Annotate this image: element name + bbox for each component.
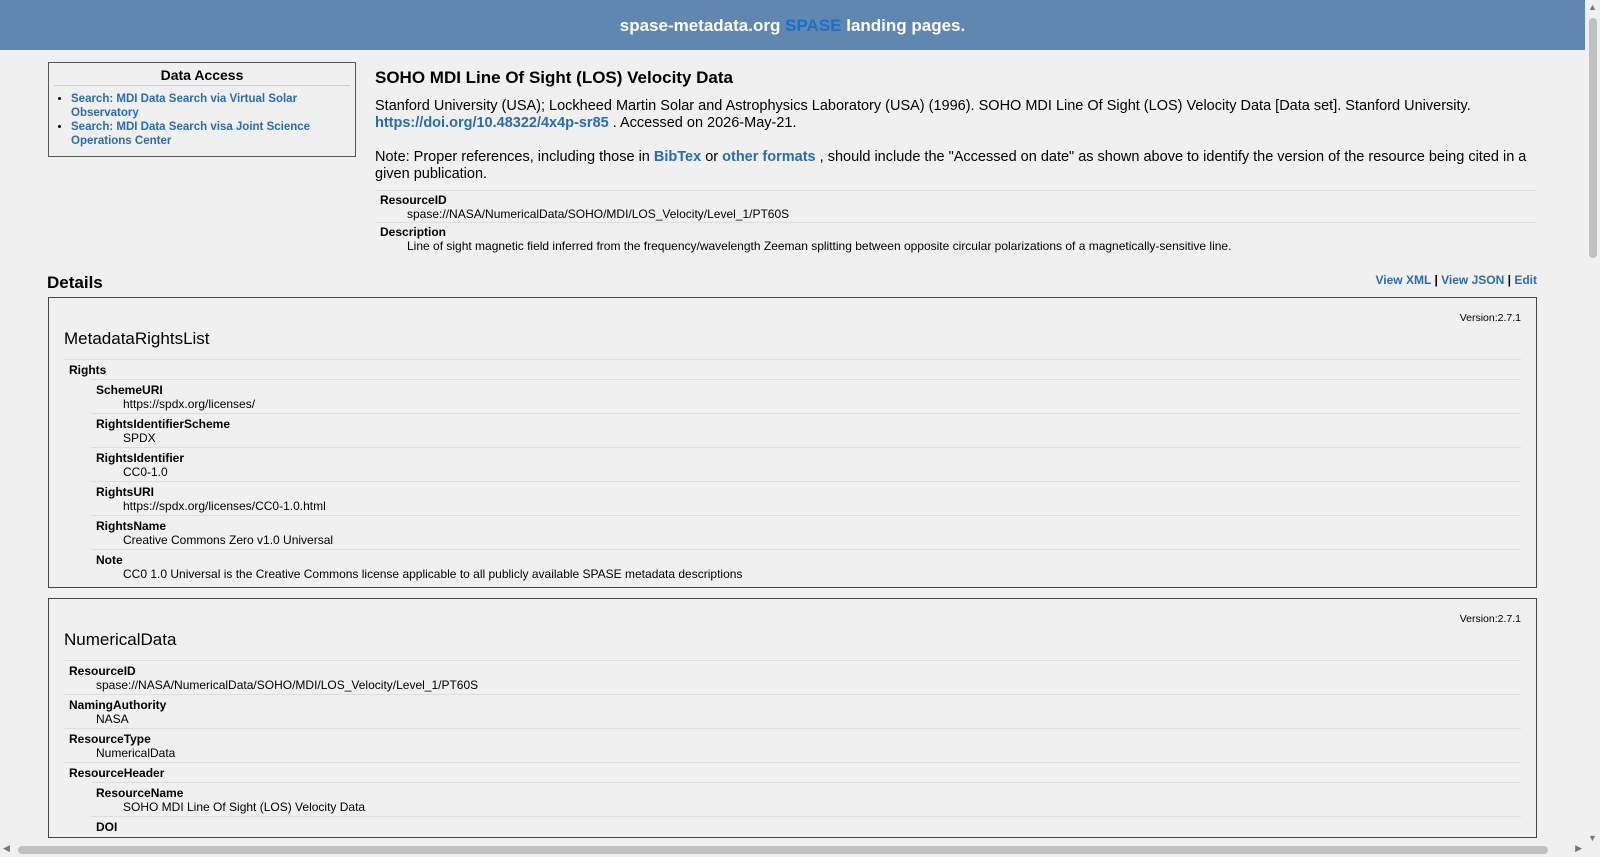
table-row: RightsIdentifierScheme SPDX xyxy=(91,413,1521,447)
table-row: RightsName Creative Commons Zero v1.0 Un… xyxy=(91,515,1521,549)
field-label: Rights xyxy=(69,363,107,377)
site-name: spase-metadata.org xyxy=(619,16,781,35)
field-label: Description xyxy=(380,225,447,239)
accessed-date: . Accessed on 2026-May-21. xyxy=(612,115,797,131)
separator: | xyxy=(1507,273,1511,287)
data-access-panel: Data Access Search: MDI Data Search via … xyxy=(48,62,356,157)
description-row: Description Line of sight magnetic field… xyxy=(375,222,1537,254)
version-label: Version:2.7.1 xyxy=(1459,312,1521,324)
note-or: or xyxy=(705,149,719,165)
vertical-scrollbar[interactable]: ▲ ▼ xyxy=(1585,0,1600,857)
field-value: CC0 1.0 Universal is the Creative Common… xyxy=(123,567,743,581)
table-row: NamingAuthority NASA xyxy=(64,694,1521,728)
field-label: DOI xyxy=(96,820,118,834)
table-row: DOI xyxy=(91,816,1521,836)
list-item: Search: MDI Data Search visa Joint Scien… xyxy=(71,120,355,148)
spase-brand: SPASE xyxy=(785,16,842,35)
site-tagline: landing pages. xyxy=(846,16,966,35)
field-label: RightsIdentifier xyxy=(96,451,185,465)
field-label: NamingAuthority xyxy=(69,698,167,712)
field-label: ResourceHeader xyxy=(69,766,165,780)
note-prefix: Note: Proper references, including those… xyxy=(375,149,650,165)
table-row: ResourceName SOHO MDI Line Of Sight (LOS… xyxy=(91,782,1521,816)
version-label: Version:2.7.1 xyxy=(1459,613,1521,625)
separator: | xyxy=(1434,273,1438,287)
table-row: SchemeURI https://spdx.org/licenses/ xyxy=(91,379,1521,413)
bibtex-link[interactable]: BibTex xyxy=(654,149,701,165)
resource-summary: SOHO MDI Line Of Sight (LOS) Velocity Da… xyxy=(375,68,1537,254)
vso-search-link[interactable]: Search: MDI Data Search via Virtual Sola… xyxy=(71,93,297,119)
field-label: RightsName xyxy=(96,519,167,533)
table-row: RightsURI https://spdx.org/licenses/CC0-… xyxy=(91,481,1521,515)
scroll-right-icon[interactable]: ▶ xyxy=(1575,843,1582,854)
resource-id-row: ResourceID spase://NASA/NumericalData/SO… xyxy=(375,190,1537,222)
field-label: ResourceID xyxy=(69,664,136,678)
field-value: https://spdx.org/licenses/ xyxy=(123,397,256,411)
table-row: Note CC0 1.0 Universal is the Creative C… xyxy=(91,549,1521,583)
field-value: NASA xyxy=(96,712,129,726)
citation: Stanford University (USA); Lockheed Mart… xyxy=(375,98,1537,132)
details-actions: View XML | View JSON | Edit xyxy=(1376,273,1537,287)
resource-header-fields: ResourceName SOHO MDI Line Of Sight (LOS… xyxy=(91,782,1521,836)
vertical-scroll-thumb[interactable] xyxy=(1589,18,1597,258)
table-row: ResourceID spase://NASA/NumericalData/SO… xyxy=(64,660,1521,694)
site-header: spase-metadata.org SPASE landing pages. xyxy=(0,0,1585,50)
field-label: RightsIdentifierScheme xyxy=(96,417,231,431)
view-xml-link[interactable]: View XML xyxy=(1376,273,1432,287)
field-value: Line of sight magnetic field inferred fr… xyxy=(407,239,1232,253)
table-row: RightsIdentifier CC0-1.0 xyxy=(91,447,1521,481)
field-value: SOHO MDI Line Of Sight (LOS) Velocity Da… xyxy=(123,800,366,814)
field-label: ResourceName xyxy=(96,786,184,800)
field-label: SchemeURI xyxy=(96,383,163,397)
jsoc-search-link[interactable]: Search: MDI Data Search visa Joint Scien… xyxy=(71,121,310,147)
field-label: RightsURI xyxy=(96,485,154,499)
citation-text: Stanford University (USA); Lockheed Mart… xyxy=(375,98,1471,114)
field-value: Creative Commons Zero v1.0 Universal xyxy=(123,533,334,547)
data-access-title: Data Access xyxy=(54,67,350,86)
section-title: NumericalData xyxy=(64,630,177,649)
rights-row: Rights xyxy=(64,359,1521,379)
field-value: CC0-1.0 xyxy=(123,465,168,479)
details-heading: Details xyxy=(47,273,103,292)
view-json-link[interactable]: View JSON xyxy=(1441,273,1504,287)
field-label: Note xyxy=(96,553,123,567)
edit-link[interactable]: Edit xyxy=(1514,273,1537,287)
scroll-up-icon[interactable]: ▲ xyxy=(1588,2,1597,12)
field-value: https://spdx.org/licenses/CC0-1.0.html xyxy=(123,499,326,513)
numerical-data-box: Version:2.7.1 NumericalData ResourceID s… xyxy=(48,598,1537,838)
field-value: NumericalData xyxy=(96,746,176,760)
table-row: ResourceType NumericalData xyxy=(64,728,1521,762)
horizontal-scroll-thumb[interactable] xyxy=(18,846,1548,854)
horizontal-scrollbar[interactable]: ◀ ▶ xyxy=(0,842,1585,857)
field-value: spase://NASA/NumericalData/SOHO/MDI/LOS_… xyxy=(407,207,790,221)
citation-note: Note: Proper references, including those… xyxy=(375,149,1537,183)
page-title: SOHO MDI Line Of Sight (LOS) Velocity Da… xyxy=(375,68,733,87)
field-label: ResourceID xyxy=(380,193,447,207)
field-label: ResourceType xyxy=(69,732,151,746)
other-formats-link[interactable]: other formats xyxy=(722,149,815,165)
rights-fields: SchemeURI https://spdx.org/licenses/ Rig… xyxy=(91,379,1521,583)
metadata-rights-box: Version:2.7.1 MetadataRightsList Rights … xyxy=(48,297,1537,588)
field-value: spase://NASA/NumericalData/SOHO/MDI/LOS_… xyxy=(96,678,479,692)
section-title: MetadataRightsList xyxy=(64,329,210,348)
field-value: SPDX xyxy=(123,431,156,445)
doi-link[interactable]: https://doi.org/10.48322/4x4p-sr85 xyxy=(375,115,609,131)
scroll-left-icon[interactable]: ◀ xyxy=(3,843,10,854)
data-access-list: Search: MDI Data Search via Virtual Sola… xyxy=(49,92,355,148)
scroll-down-icon[interactable]: ▼ xyxy=(1588,833,1597,843)
list-item: Search: MDI Data Search via Virtual Sola… xyxy=(71,92,355,120)
resource-header-row: ResourceHeader xyxy=(64,762,1521,782)
